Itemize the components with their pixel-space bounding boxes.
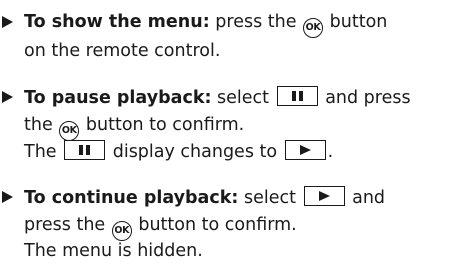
instruction-heading: To show the menu: bbox=[24, 12, 210, 32]
instruction-text: and press bbox=[325, 88, 411, 108]
instruction-line: press the OK button to confirm. bbox=[24, 214, 297, 241]
instruction-line: To show the menu: press the OK button bbox=[24, 11, 387, 38]
instruction-text: The menu is hidden. bbox=[24, 241, 203, 261]
pause-bar bbox=[86, 145, 91, 155]
instruction-page: To show the menu: press the OK button on… bbox=[0, 0, 464, 280]
instruction-text: press the bbox=[24, 215, 106, 235]
pause-bar bbox=[291, 91, 296, 101]
triangle-right-bullet-icon bbox=[2, 91, 13, 103]
instruction-line: To pause playback: select and press bbox=[24, 86, 411, 109]
triangle-right-bullet-icon bbox=[2, 16, 13, 28]
instruction-text: . bbox=[327, 142, 334, 162]
ok-button-icon: OK bbox=[59, 121, 80, 141]
play-icon bbox=[303, 186, 345, 206]
instruction-line: The display changes to . bbox=[24, 140, 333, 163]
triangle-right-bullet-icon bbox=[2, 191, 13, 203]
instruction-text: the bbox=[24, 115, 53, 135]
instruction-heading: To pause playback: bbox=[24, 88, 212, 108]
instruction-line: To continue playback: select and bbox=[24, 186, 385, 209]
instruction-text: and bbox=[352, 188, 386, 208]
pause-bar bbox=[79, 145, 84, 155]
instruction-text: select bbox=[217, 88, 270, 108]
instruction-text: The bbox=[24, 142, 57, 162]
pause-icon bbox=[64, 140, 106, 160]
instruction-line: the OK button to confirm. bbox=[24, 114, 244, 141]
instruction-line: The menu is hidden. bbox=[24, 240, 203, 262]
instruction-text: press the bbox=[215, 12, 297, 32]
instruction-text: button to confirm. bbox=[85, 115, 245, 135]
instruction-text: display changes to bbox=[112, 142, 278, 162]
instruction-text: on the remote control. bbox=[24, 41, 221, 61]
pause-bar bbox=[298, 91, 303, 101]
play-triangle bbox=[299, 144, 311, 155]
play-icon bbox=[284, 140, 326, 160]
play-triangle bbox=[318, 190, 330, 201]
pause-icon bbox=[276, 86, 318, 106]
instruction-heading: To continue playback: bbox=[24, 188, 239, 208]
ok-button-icon: OK bbox=[303, 18, 324, 38]
instruction-text: button to confirm. bbox=[138, 215, 297, 235]
instruction-line: on the remote control. bbox=[24, 40, 220, 62]
instruction-text: select bbox=[243, 188, 296, 208]
instruction-text: button bbox=[329, 12, 388, 32]
ok-button-icon: OK bbox=[111, 221, 132, 241]
